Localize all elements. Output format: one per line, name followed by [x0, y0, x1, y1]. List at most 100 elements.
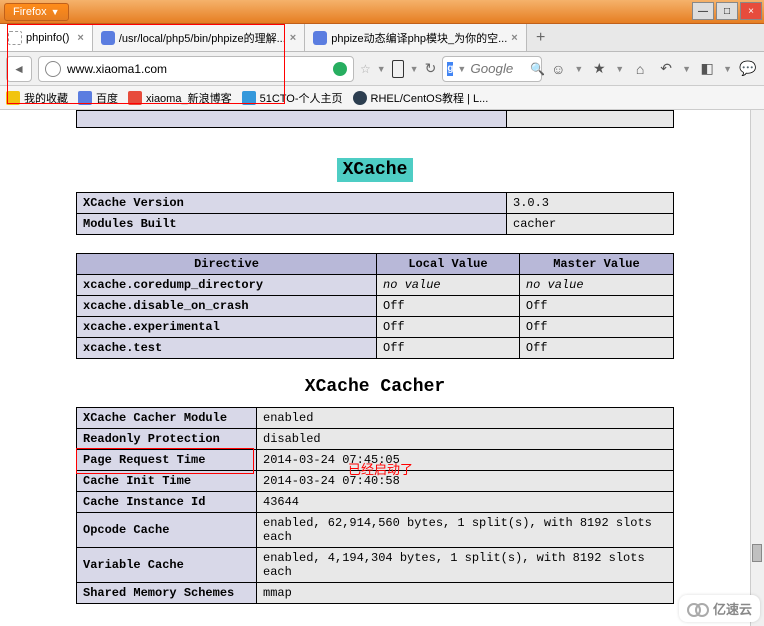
cell-master: Off	[519, 296, 673, 317]
face-icon[interactable]: ☺	[548, 59, 568, 79]
bookmarks-bar: 我的收藏 百度 xiaoma_新浪博客 51CTO-个人主页 RHEL/Cent…	[0, 86, 764, 110]
tab-close-icon[interactable]: ×	[290, 32, 296, 44]
cell-key: Page Request Time	[77, 450, 257, 471]
address-toolbar: ◄ ☆ ▼ ▼ ↻ g ▼ 🔍 ☺ ▼ ★ ▼ ⌂ ↶ ▼ ◧ ▼ 💬	[0, 52, 764, 86]
bookmark-star-icon[interactable]: ☆	[360, 62, 371, 76]
close-button[interactable]: ×	[740, 2, 762, 20]
tab-favicon-icon	[8, 31, 22, 45]
dropdown-icon[interactable]: ▼	[410, 64, 419, 74]
cell-value: cacher	[507, 214, 674, 235]
history-dropdown-icon[interactable]: ▼	[377, 64, 386, 74]
browser-menubar: Firefox ▼ — □ ×	[0, 0, 764, 24]
firefox-menu-button[interactable]: Firefox ▼	[4, 3, 69, 21]
bookmark-51cto[interactable]: 51CTO-个人主页	[242, 90, 343, 106]
tab-strip: phpinfo() × /usr/local/php5/bin/phpize的理…	[0, 24, 764, 52]
cell-value: enabled	[257, 408, 674, 429]
cell-value: 43644	[257, 492, 674, 513]
cell-value: 3.0.3	[507, 193, 674, 214]
cell-local: Off	[377, 296, 520, 317]
cell-value: mmap	[257, 583, 674, 604]
cell-key: Variable Cache	[77, 548, 257, 583]
new-tab-button[interactable]: +	[527, 24, 555, 51]
xcache-cacher-table: XCache Cacher Moduleenabled Readonly Pro…	[76, 407, 674, 604]
scrollbar-thumb[interactable]	[752, 544, 762, 562]
chat-icon[interactable]: 💬	[738, 59, 758, 79]
watermark-logo-icon	[687, 601, 709, 617]
tab-phpinfo[interactable]: phpinfo() ×	[0, 24, 93, 51]
firefox-label: Firefox	[13, 6, 47, 18]
maximize-button[interactable]: □	[716, 2, 738, 20]
tab-title: /usr/local/php5/bin/phpize的理解...	[119, 30, 286, 46]
dropdown-icon[interactable]: ▼	[723, 64, 732, 74]
col-master: Master Value	[519, 254, 673, 275]
cell-local: Off	[377, 317, 520, 338]
heading-highlight: XCache	[337, 158, 414, 182]
dropdown-icon[interactable]: ▼	[682, 64, 691, 74]
cell-value: enabled, 62,914,560 bytes, 1 split(s), w…	[257, 513, 674, 548]
cell-directive: xcache.disable_on_crash	[77, 296, 377, 317]
xcache-version-table: XCache Version3.0.3 Modules Builtcacher	[76, 192, 674, 235]
undo-icon[interactable]: ↶	[656, 59, 676, 79]
search-engine-dropdown-icon[interactable]: ▼	[457, 64, 466, 74]
search-input[interactable]	[470, 61, 526, 76]
tab-close-icon[interactable]: ×	[77, 32, 83, 44]
col-local: Local Value	[377, 254, 520, 275]
cell-master: Off	[519, 317, 673, 338]
url-bar[interactable]	[38, 56, 354, 82]
cell-key: Shared Memory Schemes	[77, 583, 257, 604]
tab-phpize-module[interactable]: phpize动态编译php模块_为你的空... ×	[305, 24, 527, 51]
bookmark-label: 我的收藏	[24, 90, 68, 106]
cell-value: 2014-03-24 07:40:58	[257, 471, 674, 492]
watermark-text: 亿速云	[713, 599, 752, 618]
cell-key: Opcode Cache	[77, 513, 257, 548]
search-box[interactable]: g ▼ 🔍	[442, 56, 542, 82]
dropdown-icon[interactable]: ▼	[615, 64, 624, 74]
home-button[interactable]: ⌂	[630, 59, 650, 79]
cell-key: Cache Init Time	[77, 471, 257, 492]
cell-directive: xcache.experimental	[77, 317, 377, 338]
google-icon: g	[447, 62, 453, 76]
mobile-icon[interactable]	[392, 60, 404, 78]
cell-local: no value	[377, 275, 520, 296]
cell-value: disabled	[257, 429, 674, 450]
bookmark-baidu[interactable]: 百度	[78, 90, 118, 106]
cell-key: Modules Built	[77, 214, 507, 235]
cell-directive: xcache.test	[77, 338, 377, 359]
url-input[interactable]	[67, 62, 327, 76]
bookmark-label: 51CTO-个人主页	[260, 90, 343, 106]
tab-phpize-doc[interactable]: /usr/local/php5/bin/phpize的理解... ×	[93, 24, 305, 51]
chevron-down-icon: ▼	[51, 7, 60, 17]
reload-button[interactable]: ↻	[425, 60, 437, 77]
back-button[interactable]: ◄	[6, 56, 32, 82]
bookmark-rhel[interactable]: RHEL/CentOS教程 | L...	[353, 90, 489, 106]
window-controls: — □ ×	[692, 2, 762, 20]
xcache-directives-table: Directive Local Value Master Value xcach…	[76, 253, 674, 359]
tab-close-icon[interactable]: ×	[511, 32, 517, 44]
rhel-icon	[353, 91, 367, 105]
sina-icon	[128, 91, 142, 105]
bookmark-toolbar-icon[interactable]: ★	[589, 59, 609, 79]
bookmark-label: 百度	[96, 90, 118, 106]
minimize-button[interactable]: —	[692, 2, 714, 20]
pocket-icon[interactable]: ◧	[697, 59, 717, 79]
security-icon	[333, 62, 347, 76]
baidu-favicon-icon	[313, 31, 327, 45]
bookmark-label: RHEL/CentOS教程 | L...	[371, 90, 489, 106]
bookmark-favorites[interactable]: 我的收藏	[6, 90, 68, 106]
globe-icon	[45, 61, 61, 77]
cell-value: enabled, 4,194,304 bytes, 1 split(s), wi…	[257, 548, 674, 583]
cell-value: 2014-03-24 07:45:05	[257, 450, 674, 471]
page-content: XCache XCache Version3.0.3 Modules Built…	[0, 110, 750, 626]
section-xcache-cacher-heading: XCache Cacher	[76, 377, 674, 397]
dropdown-icon[interactable]: ▼	[574, 64, 583, 74]
search-magnifier-icon[interactable]: 🔍	[530, 62, 545, 76]
cell-local: Off	[377, 338, 520, 359]
51cto-icon	[242, 91, 256, 105]
cell-directive: xcache.coredump_directory	[77, 275, 377, 296]
scrollbar[interactable]	[750, 110, 764, 626]
baidu-favicon-icon	[101, 31, 115, 45]
folder-icon	[6, 91, 20, 105]
table-fragment-top	[76, 110, 674, 128]
bookmark-xiaoma[interactable]: xiaoma_新浪博客	[128, 90, 232, 106]
tab-title: phpinfo()	[26, 32, 69, 44]
